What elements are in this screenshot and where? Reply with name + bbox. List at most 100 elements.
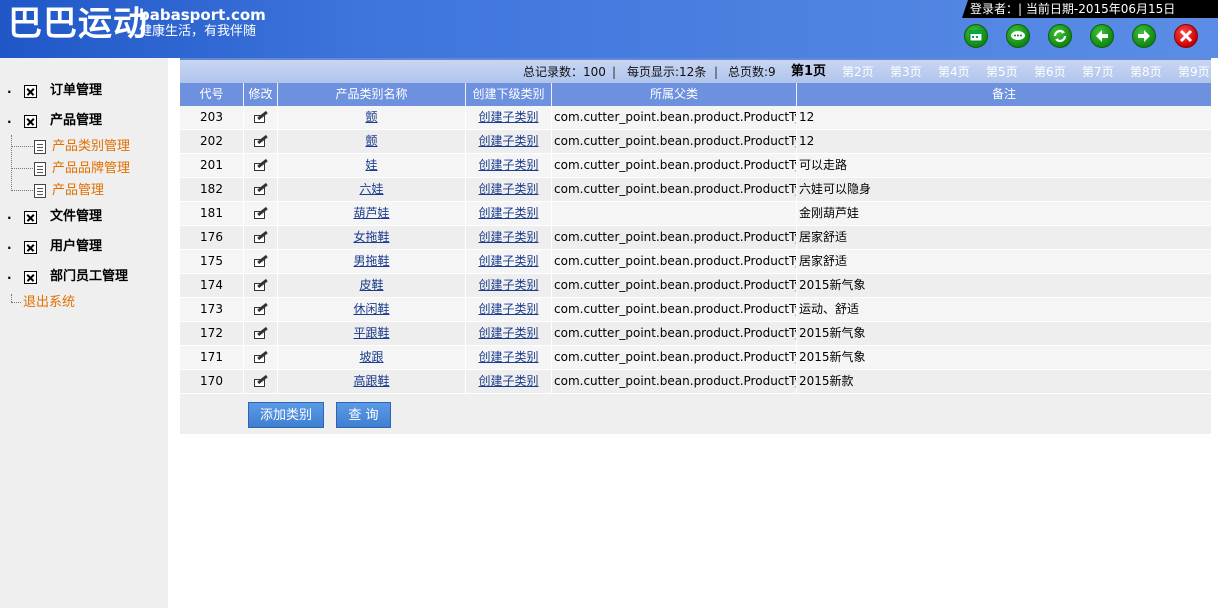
cell-note: 2015新气象	[799, 278, 866, 292]
cell-create-child: 创建子类别	[466, 250, 552, 273]
table-row: 175 男拖鞋 创建子类别 com.cutter_point.bean.product…	[180, 250, 1211, 274]
page-link-8[interactable]: 第8页	[1130, 64, 1162, 80]
sidebar-item-files[interactable]: · 文件管理	[0, 207, 168, 227]
edit-cell[interactable]	[244, 226, 278, 249]
edit-icon[interactable]	[254, 206, 268, 219]
edit-cell[interactable]	[244, 370, 278, 393]
category-name-link[interactable]: 高跟鞋	[353, 374, 389, 388]
refresh-icon[interactable]	[1048, 24, 1072, 48]
sidebar-item-departments[interactable]: · 部门员工管理	[0, 267, 168, 287]
create-child-link[interactable]: 创建子类别	[478, 182, 538, 196]
expand-box-icon[interactable]	[24, 271, 37, 284]
edit-icon[interactable]	[254, 278, 268, 291]
cell-name: 平跟鞋	[278, 322, 466, 345]
edit-cell[interactable]	[244, 346, 278, 369]
page-link-5[interactable]: 第5页	[986, 64, 1018, 80]
edit-icon[interactable]	[254, 350, 268, 363]
edit-icon[interactable]	[254, 302, 268, 315]
edit-cell[interactable]	[244, 250, 278, 273]
create-child-link[interactable]: 创建子类别	[478, 206, 538, 220]
pagination-bar: 总记录数：100 | 每页显示:12条 | 总页数:9 第1页 第2页 第3页 …	[180, 58, 1211, 83]
create-child-link[interactable]: 创建子类别	[478, 110, 538, 124]
cell-id: 175	[180, 250, 244, 273]
category-name-link[interactable]: 颤	[365, 110, 377, 124]
edit-icon[interactable]	[254, 158, 268, 171]
column-header-edit: 修改	[244, 83, 278, 106]
collapse-box-icon[interactable]	[24, 115, 37, 128]
edit-icon[interactable]	[254, 230, 268, 243]
create-child-link[interactable]: 创建子类别	[478, 326, 538, 340]
forward-arrow-icon[interactable]	[1132, 24, 1156, 48]
edit-icon[interactable]	[254, 374, 268, 387]
calendar-icon[interactable]	[964, 24, 988, 48]
chat-icon[interactable]	[1006, 24, 1030, 48]
edit-icon[interactable]	[254, 254, 268, 267]
sidebar-item-users[interactable]: · 用户管理	[0, 237, 168, 257]
expand-box-icon[interactable]	[24, 241, 37, 254]
sidebar-subitem-product-category[interactable]: 产品类别管理	[34, 138, 164, 156]
sidebar-item-orders[interactable]: · 订单管理	[0, 81, 168, 101]
cell-create-child: 创建子类别	[466, 154, 552, 177]
page-link-2[interactable]: 第2页	[842, 64, 874, 80]
category-name-link[interactable]: 六娃	[359, 182, 383, 196]
create-child-link[interactable]: 创建子类别	[478, 302, 538, 316]
create-child-link[interactable]: 创建子类别	[478, 254, 538, 268]
page-link-3[interactable]: 第3页	[890, 64, 922, 80]
edit-cell[interactable]	[244, 298, 278, 321]
page-link-1[interactable]: 第1页	[791, 64, 826, 80]
column-header-id: 代号	[180, 83, 244, 106]
cell-name: 坡跟	[278, 346, 466, 369]
expand-box-icon[interactable]	[24, 211, 37, 224]
create-child-link[interactable]: 创建子类别	[478, 230, 538, 244]
cell-parent: com.cutter_point.bean.product.ProductTyp…	[552, 346, 797, 369]
page-link-7[interactable]: 第7页	[1082, 64, 1114, 80]
cell-parent: com.cutter_point.bean.product.ProductTyp…	[552, 274, 797, 297]
edit-icon[interactable]	[254, 134, 268, 147]
add-category-button[interactable]: 添加类别	[248, 402, 324, 428]
edit-cell[interactable]	[244, 202, 278, 225]
close-icon[interactable]	[1174, 24, 1198, 48]
sidebar-subitem-product-brand[interactable]: 产品品牌管理	[34, 160, 164, 178]
page-link-4[interactable]: 第4页	[938, 64, 970, 80]
create-child-link[interactable]: 创建子类别	[478, 278, 538, 292]
category-name-link[interactable]: 男拖鞋	[353, 254, 389, 268]
page-link-6[interactable]: 第6页	[1034, 64, 1066, 80]
category-name-link[interactable]: 女拖鞋	[353, 230, 389, 244]
edit-icon[interactable]	[254, 182, 268, 195]
cell-id: 173	[180, 298, 244, 321]
table-row: 173 休闲鞋 创建子类别 com.cutter_point.bean.product…	[180, 298, 1211, 322]
category-name-link[interactable]: 休闲鞋	[353, 302, 389, 316]
edit-icon[interactable]	[254, 326, 268, 339]
cell-note: 运动、舒适	[799, 302, 860, 316]
expand-box-icon[interactable]	[24, 85, 37, 98]
category-name-link[interactable]: 葫芦娃	[353, 206, 389, 220]
query-button[interactable]: 查 询	[336, 402, 391, 428]
category-name-link[interactable]: 坡跟	[359, 350, 383, 364]
column-header-create-child: 创建下级类别	[466, 83, 552, 106]
edit-cell[interactable]	[244, 130, 278, 153]
edit-cell[interactable]	[244, 178, 278, 201]
edit-icon[interactable]	[254, 110, 268, 123]
create-child-link[interactable]: 创建子类别	[478, 158, 538, 172]
category-name-link[interactable]: 皮鞋	[359, 278, 383, 292]
edit-cell[interactable]	[244, 322, 278, 345]
edit-cell[interactable]	[244, 106, 278, 129]
cell-note: 居家舒适	[799, 254, 848, 268]
table-row: 170 高跟鞋 创建子类别 com.cutter_point.bean.product…	[180, 370, 1211, 394]
category-name-link[interactable]: 颤	[365, 134, 377, 148]
cell-name: 女拖鞋	[278, 226, 466, 249]
sidebar-item-products[interactable]: · 产品管理	[0, 111, 168, 131]
logout-link[interactable]: 退出系统	[23, 295, 75, 311]
create-child-link[interactable]: 创建子类别	[478, 374, 538, 388]
sidebar-subitem-product[interactable]: 产品管理	[34, 182, 164, 200]
create-child-link[interactable]: 创建子类别	[478, 134, 538, 148]
category-name-link[interactable]: 平跟鞋	[353, 326, 389, 340]
cell-note: 可以走路	[799, 158, 848, 172]
page-link-9[interactable]: 第9页	[1178, 64, 1210, 80]
create-child-link[interactable]: 创建子类别	[478, 350, 538, 364]
cell-parent	[552, 202, 797, 225]
back-arrow-icon[interactable]	[1090, 24, 1114, 48]
edit-cell[interactable]	[244, 274, 278, 297]
edit-cell[interactable]	[244, 154, 278, 177]
category-name-link[interactable]: 娃	[365, 158, 377, 172]
